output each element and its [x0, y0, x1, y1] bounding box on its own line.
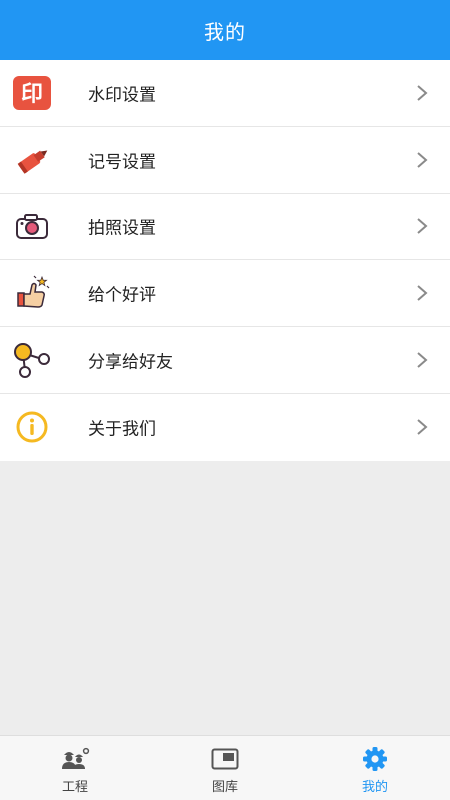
chevron-right-icon: [417, 218, 428, 235]
info-icon: [12, 407, 52, 447]
top-app-bar: 我的: [0, 0, 450, 60]
menu-item-watermark-settings[interactable]: 印 水印设置: [0, 60, 450, 127]
settings-gear-icon: [360, 746, 390, 772]
chevron-right-icon: [417, 285, 428, 302]
chevron-right-icon: [417, 151, 428, 168]
watermark-stamp-icon: 印: [12, 73, 52, 113]
tab-projects[interactable]: 工程: [0, 736, 150, 800]
menu-item-share-friends[interactable]: 分享给好友: [0, 327, 450, 394]
menu-item-camera-settings[interactable]: 拍照设置: [0, 193, 450, 261]
share-icon: [12, 340, 52, 380]
menu-item-label: 水印设置: [88, 85, 156, 106]
menu-item-marker-settings[interactable]: 记号设置: [0, 126, 450, 194]
chevron-right-icon: [417, 352, 428, 368]
thumbs-up-icon: [12, 273, 52, 313]
tab-gallery[interactable]: 图库: [150, 736, 300, 800]
marker-pen-icon: [12, 140, 52, 180]
camera-icon: [12, 206, 52, 246]
menu-item-about-us[interactable]: 关于我们: [0, 393, 450, 461]
stamp-glyph: 印: [21, 82, 43, 107]
menu-item-label: 分享给好友: [88, 352, 173, 373]
workers-icon: [60, 746, 90, 772]
tab-label: 工程: [61, 780, 88, 795]
menu-item-label: 关于我们: [88, 419, 156, 440]
tab-mine[interactable]: 我的: [300, 736, 450, 800]
bottom-tab-bar: 工程 图库 我的: [0, 735, 450, 800]
menu-item-label: 给个好评: [88, 285, 156, 306]
chevron-right-icon: [417, 419, 428, 436]
menu-item-rate-app[interactable]: 给个好评: [0, 260, 450, 328]
settings-menu: 印 水印设置 记号设置 拍照设置 给个好评 分享给好友 关于我们: [0, 60, 450, 461]
page-title: 我的: [204, 19, 246, 44]
tab-label: 我的: [361, 780, 388, 795]
menu-item-label: 记号设置: [88, 152, 156, 173]
menu-item-label: 拍照设置: [88, 218, 156, 239]
tab-label: 图库: [211, 780, 238, 795]
gallery-icon: [210, 746, 240, 772]
chevron-right-icon: [417, 85, 428, 101]
